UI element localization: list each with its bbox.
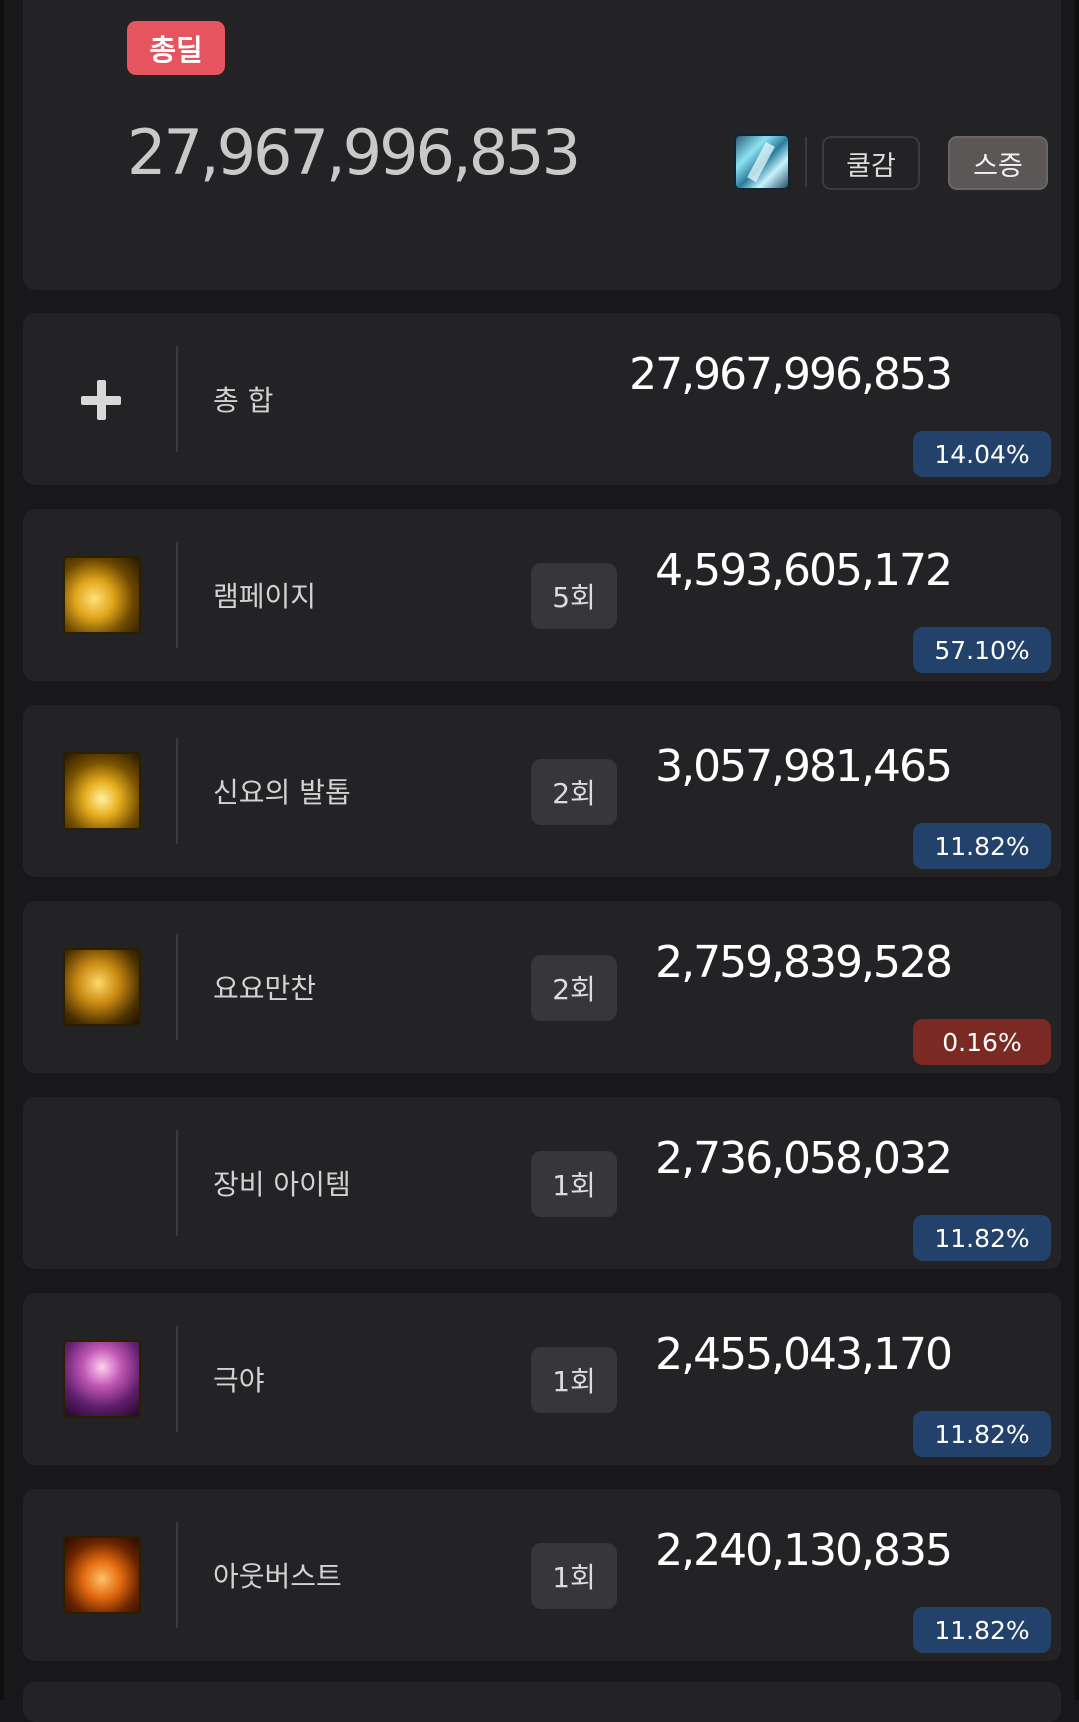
divider (176, 542, 178, 648)
damage-percent-badge: 11.82% (913, 1607, 1051, 1653)
divider (176, 1522, 178, 1628)
damage-row-partial[interactable] (23, 1682, 1061, 1722)
damage-value: 3,057,981,465 (655, 741, 953, 792)
damage-percent-badge: 11.82% (913, 1411, 1051, 1457)
rampage-skill-icon (63, 556, 141, 634)
total-damage-card: 총딜 27,967,996,853 쿨감 스증 (23, 0, 1061, 290)
skill-name: 장비 아이템 (213, 1168, 351, 1201)
damage-value: 4,593,605,172 (655, 545, 953, 596)
right-edge (1075, 0, 1079, 1700)
divider (176, 934, 178, 1040)
damage-row[interactable]: 신요의 발톱 2회 3,057,981,465 11.82% (23, 705, 1061, 877)
empty-icon-slot (63, 1144, 141, 1222)
damage-row[interactable]: 요요만찬 2회 2,759,839,528 0.16% (23, 901, 1061, 1073)
divine-step-skill-icon (63, 752, 141, 830)
damage-value: 2,736,058,032 (655, 1133, 953, 1184)
damage-row[interactable]: 아웃버스트 1회 2,240,130,835 11.82% (23, 1489, 1061, 1661)
damage-row[interactable]: 램페이지 5회 4,593,605,172 57.10% (23, 509, 1061, 681)
skill-name: 신요의 발톱 (213, 776, 351, 809)
divider (176, 738, 178, 844)
divider (176, 346, 178, 452)
left-edge (0, 0, 4, 1700)
total-damage-value: 27,967,996,853 (127, 116, 581, 189)
damage-value: 2,240,130,835 (655, 1525, 953, 1576)
damage-row-total[interactable]: 총 합 27,967,996,853 14.04% (23, 313, 1061, 485)
damage-value: 27,967,996,853 (629, 349, 953, 400)
divider (176, 1130, 178, 1236)
damage-percent-badge: 11.82% (913, 823, 1051, 869)
skill-name: 요요만찬 (213, 972, 317, 1005)
ice-crystal-skill-icon[interactable] (734, 134, 790, 190)
damage-value: 2,759,839,528 (655, 937, 953, 988)
skill-amplify-toggle-button[interactable]: 스증 (948, 136, 1048, 190)
damage-row[interactable]: 극야 1회 2,455,043,170 11.82% (23, 1293, 1061, 1465)
extreme-night-skill-icon (63, 1340, 141, 1418)
cooldown-toggle-button[interactable]: 쿨감 (822, 136, 920, 190)
skill-name: 총 합 (213, 384, 274, 417)
outburst-skill-icon (63, 1536, 141, 1614)
skill-name: 아웃버스트 (213, 1560, 342, 1593)
damage-value: 2,455,043,170 (655, 1329, 953, 1380)
yoyo-manchan-skill-icon (63, 948, 141, 1026)
damage-percent-badge: 14.04% (913, 431, 1051, 477)
plus-icon (63, 360, 141, 438)
damage-row[interactable]: 장비 아이템 1회 2,736,058,032 11.82% (23, 1097, 1061, 1269)
damage-percent-badge: 0.16% (913, 1019, 1051, 1065)
skill-name: 극야 (213, 1364, 265, 1397)
skill-name: 램페이지 (213, 580, 317, 613)
divider (176, 1326, 178, 1432)
damage-percent-badge: 57.10% (913, 627, 1051, 673)
damage-percent-badge: 11.82% (913, 1215, 1051, 1261)
total-damage-badge: 총딜 (127, 21, 225, 75)
divider (805, 137, 807, 187)
